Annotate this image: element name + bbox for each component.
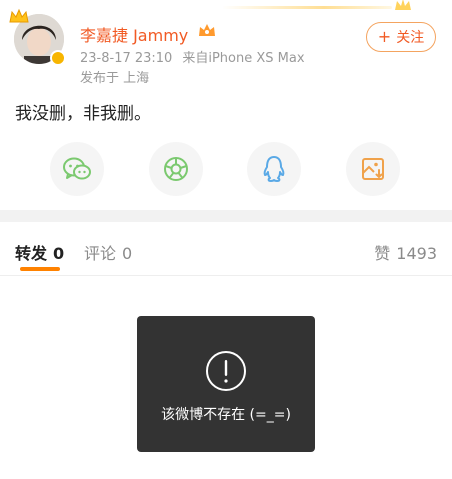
post-location: 发布于 上海: [80, 71, 150, 86]
exclamation-circle-icon: [206, 351, 246, 391]
username[interactable]: 李嘉捷 Jammy: [80, 22, 188, 46]
section-divider: [0, 210, 452, 222]
tab-comment-count: 0: [122, 244, 133, 263]
share-save-image-button[interactable]: [346, 142, 400, 196]
interaction-tabs: 转发 0 评论 0 赞 1493: [0, 222, 452, 276]
qq-icon: [263, 156, 285, 182]
post-text: 我没删，非我删。: [15, 104, 151, 124]
wechat-icon: [63, 157, 91, 180]
post-device: 来自iPhone XS Max: [182, 51, 305, 66]
post-header: 李嘉捷 Jammy 23-8-17 23:10 来自iPhone XS Max 发…: [0, 0, 452, 96]
tab-comment-label: 评论: [84, 244, 117, 263]
tab-repost-count: 0: [53, 244, 65, 263]
save-image-icon: [362, 158, 384, 180]
share-moments-button[interactable]: [149, 142, 203, 196]
tab-comment[interactable]: 评论 0: [84, 240, 132, 264]
moments-icon: [164, 157, 188, 181]
share-row: [0, 142, 452, 198]
verified-badge-icon: [50, 50, 66, 66]
tab-like[interactable]: 赞 1493: [374, 240, 437, 264]
follow-button[interactable]: + 关注: [366, 22, 436, 52]
toast-message: 该微博不存在 (=_=): [161, 407, 291, 423]
post-date: 23-8-17 23:10: [80, 51, 173, 66]
avatar[interactable]: [9, 8, 66, 66]
header-decoration: [222, 0, 412, 14]
error-toast: 该微博不存在 (=_=): [137, 316, 315, 452]
tab-like-count: 1493: [396, 244, 437, 263]
share-wechat-button[interactable]: [50, 142, 104, 196]
share-qq-button[interactable]: [247, 142, 301, 196]
vip-crown-icon: [199, 24, 215, 36]
plus-icon: +: [377, 27, 392, 46]
follow-label: 关注: [396, 30, 425, 46]
tab-like-label: 赞: [374, 244, 391, 263]
active-tab-indicator: [20, 267, 60, 271]
tab-repost-label: 转发: [15, 244, 48, 263]
crown-decoration-icon: [395, 0, 411, 10]
tab-repost[interactable]: 转发 0: [15, 240, 64, 264]
post-meta: 23-8-17 23:10 来自iPhone XS Max: [80, 47, 305, 66]
crown-icon: [9, 8, 29, 23]
